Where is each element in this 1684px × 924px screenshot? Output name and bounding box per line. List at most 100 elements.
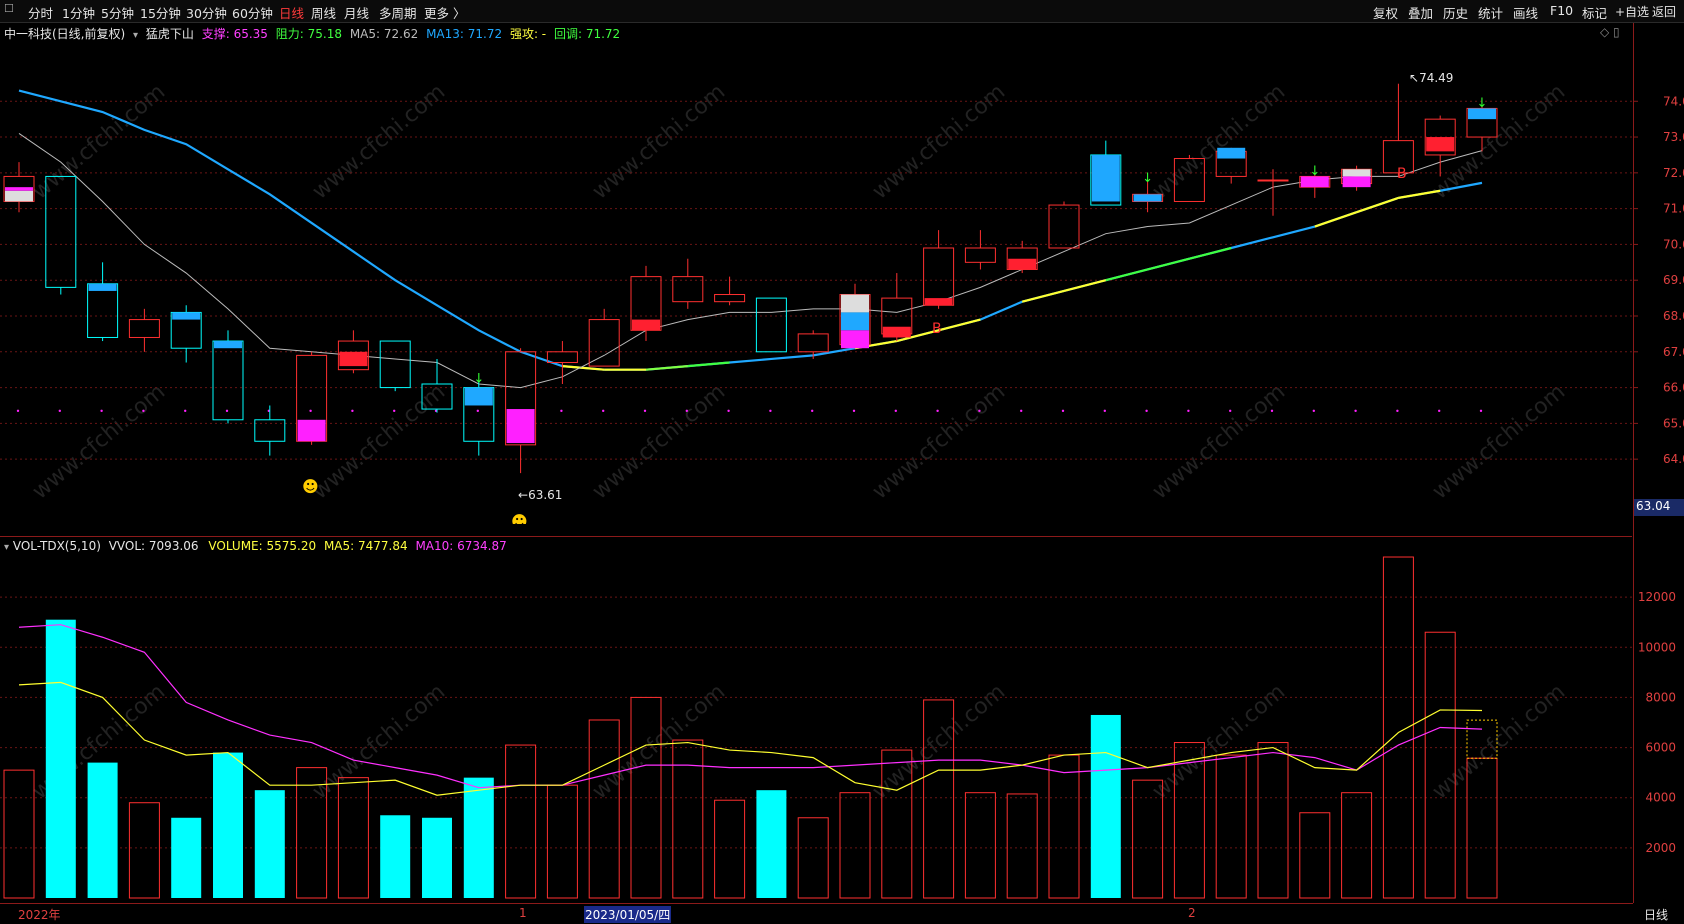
candle-body — [672, 276, 704, 303]
support-dot — [393, 409, 396, 413]
ma13-segment — [1314, 211, 1357, 228]
volume-bar — [797, 817, 829, 899]
low-annotation: ←63.61 — [518, 488, 563, 502]
signal-block-blue — [841, 312, 869, 331]
signal-block-red — [1008, 258, 1037, 270]
watermark-text: www.cfchi.com — [28, 379, 170, 504]
smiley-icon-2: ☻ — [511, 512, 528, 524]
support-dot — [142, 409, 145, 413]
volume-bar — [254, 790, 285, 898]
support-dot — [351, 409, 354, 413]
support-dot — [58, 409, 61, 413]
support-dot — [560, 409, 563, 413]
volume-bar — [756, 790, 787, 898]
watermark-text: www.cfchi.com — [308, 79, 450, 204]
ma13-segment — [1105, 268, 1148, 282]
candle-body — [1257, 179, 1289, 182]
ma13-segment — [1147, 257, 1190, 271]
price-tick-label: 67.00 — [1663, 345, 1684, 359]
watermark-text: www.cfchi.com — [588, 79, 730, 204]
signal-block-magenta — [506, 409, 535, 444]
candle-body — [588, 319, 620, 367]
chart-canvas[interactable]: www.cfchi.com www.cfchi.com www.cfchi.com w… — [0, 0, 1684, 923]
support-dot — [309, 409, 312, 413]
ma13-segment — [1356, 196, 1399, 214]
volume-bar — [422, 817, 452, 898]
support-dot — [1187, 409, 1190, 413]
support-dot — [1020, 409, 1023, 413]
support-dot — [1145, 409, 1148, 413]
x-label-year: 2022年 — [18, 908, 61, 922]
support-dot — [476, 409, 479, 413]
price-tick-label: 69.00 — [1663, 273, 1684, 287]
candle-body — [714, 294, 746, 303]
volume-tick-label: 6000 — [1645, 741, 1676, 755]
volume-bar — [839, 792, 871, 899]
watermark-text: www.cfchi.com — [1148, 79, 1290, 204]
volume-bar — [1299, 812, 1331, 899]
price-tick-label: 68.00 — [1663, 309, 1684, 323]
x-label-month2: 2 — [1188, 906, 1196, 920]
candle-body — [755, 297, 787, 353]
ma5-line — [18, 133, 1483, 389]
signal-block-magenta — [5, 187, 33, 191]
volume-bar — [588, 719, 620, 899]
green-arrow-icon: ↓ — [1309, 164, 1320, 179]
ma13-line — [18, 89, 1483, 371]
signal-block-white — [5, 190, 33, 202]
watermark-text: www.cfchi.com — [868, 679, 1010, 804]
volume-tick-label: 8000 — [1645, 690, 1676, 704]
watermark-text: www.cfchi.com — [308, 379, 450, 504]
support-dot — [184, 409, 187, 413]
volume-bar — [546, 784, 578, 899]
watermark-text: www.cfchi.com — [1148, 379, 1290, 504]
volume-bar — [1215, 754, 1247, 899]
price-tick-label: 64.00 — [1663, 452, 1684, 466]
ma13-segment — [1021, 289, 1065, 303]
support-dot — [225, 409, 229, 413]
volume-bar — [463, 777, 494, 898]
signal-block-blue — [88, 283, 117, 291]
price-tick-label: 74.00 — [1663, 94, 1684, 108]
support-dot — [100, 409, 103, 413]
support-dot — [1103, 409, 1107, 413]
volume-bar — [337, 777, 369, 899]
support-dot — [1479, 409, 1483, 413]
ma13-segment — [1398, 189, 1441, 199]
support-dot — [1438, 409, 1441, 413]
watermark-text: www.cfchi.com — [588, 379, 730, 504]
support-dot — [811, 409, 814, 413]
volume-tick-label: 4000 — [1645, 791, 1676, 805]
volume-bar — [964, 792, 996, 899]
signal-block-white — [841, 294, 869, 313]
signal-block-red — [882, 326, 911, 338]
candle-body — [212, 340, 244, 421]
volume-bar — [1341, 792, 1373, 899]
support-dot — [643, 409, 647, 413]
period-label: 日线 — [1644, 908, 1669, 922]
x-cursor-date: 2023/01/05/四 — [584, 906, 672, 923]
signal-block-magenta — [841, 330, 869, 349]
signal-block-blue — [214, 341, 242, 349]
candle-body — [797, 333, 829, 353]
volume-bar — [1257, 742, 1289, 899]
ma13-segment — [1063, 279, 1107, 293]
price-tick-label: 73.00 — [1663, 130, 1684, 144]
volume-bar — [213, 752, 243, 898]
support-dot — [936, 409, 939, 413]
volume-bar — [714, 799, 746, 899]
price-tick-label: 65.00 — [1663, 416, 1684, 430]
watermark-text: www.cfchi.com — [1148, 679, 1290, 804]
signal-block-blue — [464, 387, 493, 406]
support-dot — [769, 409, 772, 413]
support-dot — [894, 409, 897, 413]
support-dot — [852, 409, 856, 413]
signal-block-blue — [1217, 147, 1246, 159]
volume-tick-label: 2000 — [1645, 841, 1676, 855]
candle-body — [379, 340, 411, 389]
current-price-tag: 63.04 — [1634, 499, 1684, 516]
signal-block-red — [924, 298, 953, 306]
volume-bar — [128, 802, 160, 899]
volume-bar — [171, 817, 202, 898]
signal-block-magenta — [297, 419, 326, 442]
